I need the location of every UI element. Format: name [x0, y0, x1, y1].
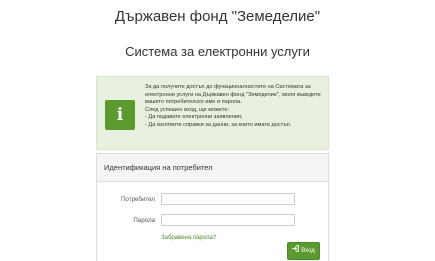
page-subtitle: Система за електронни услуги [125, 44, 310, 59]
login-button-label: Вход [301, 248, 315, 254]
info-bullet: - Да подавате електронни заявления; [145, 114, 243, 120]
password-input[interactable] [161, 214, 295, 226]
sign-in-icon [292, 243, 299, 259]
login-heading: Идентификация на потребител [97, 154, 328, 182]
login-card: Идентификация на потребител Потребител П… [96, 153, 329, 261]
info-panel: i За да получите достъп до функционалнос… [96, 76, 329, 150]
info-icon: i [105, 100, 135, 130]
username-input[interactable] [161, 193, 295, 205]
forgot-password-link[interactable]: Забравена парола? [161, 235, 216, 241]
password-label: Парола [133, 217, 155, 224]
info-after-login: След успешен вход, ще можете: [145, 106, 230, 113]
info-bullet: - Да изготвяте справки за данни, за коит… [145, 121, 292, 128]
info-text: За да получите достъп до функционалности… [145, 84, 325, 129]
login-button[interactable]: Вход [287, 242, 320, 260]
username-label: Потребител [120, 196, 155, 203]
info-intro: За да получите достъп до функционалности… [145, 84, 321, 105]
page-title: Държавен фонд "Земеделие" [114, 8, 321, 25]
login-page: Държавен фонд "Земеделие" Система за еле… [0, 0, 435, 261]
